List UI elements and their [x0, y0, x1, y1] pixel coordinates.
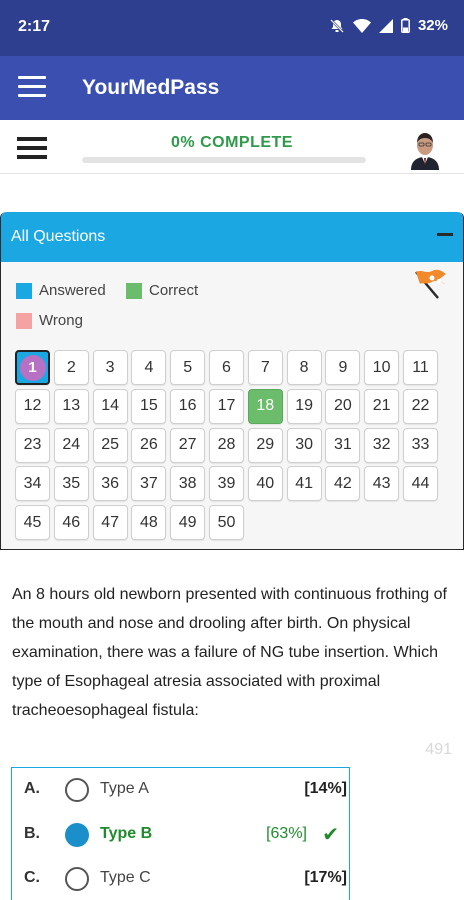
question-number-button[interactable]: 25 [92, 427, 128, 463]
question-number-button[interactable]: 46 [53, 505, 89, 541]
answer-option[interactable]: C. Type C [17%] [12, 857, 351, 900]
question-number-button[interactable]: 42 [325, 466, 361, 502]
question-number-button[interactable]: 13 [53, 388, 89, 424]
status-time: 2:17 [18, 18, 51, 35]
answer-options: A. Type A [14%] B. Type B [63%] ✔ C. Type C [17%] [11, 767, 350, 900]
option-radio[interactable] [65, 867, 89, 891]
app-title: YourMedPass [82, 76, 220, 99]
legend-swatch-answered [16, 282, 32, 299]
current-question-bubble: 1 [19, 354, 46, 381]
app-bar: YourMedPass [0, 56, 464, 120]
question-number-button[interactable]: 22 [403, 388, 438, 424]
answer-option[interactable]: A. Type A [14%] [12, 768, 351, 812]
question-number-button[interactable]: 47 [92, 505, 128, 541]
wifi-icon [352, 18, 371, 33]
question-number-button[interactable]: 15 [131, 388, 167, 424]
question-number-button[interactable]: 16 [170, 388, 206, 424]
question-number-button[interactable]: 32 [364, 427, 400, 463]
question-number-button[interactable]: 18 [247, 388, 283, 424]
option-percent: [63%] [266, 824, 307, 842]
option-text: Type B [100, 824, 153, 842]
question-number-button[interactable]: 1 [15, 350, 50, 385]
question-number-button[interactable]: 45 [15, 505, 50, 541]
question-number-button[interactable]: 40 [247, 466, 283, 502]
question-number-button[interactable]: 35 [53, 466, 89, 502]
question-number-button[interactable]: 49 [170, 505, 206, 541]
question-number-button[interactable]: 11 [403, 350, 438, 385]
progress-bar [82, 157, 366, 163]
question-number-button[interactable]: 17 [209, 388, 244, 424]
option-text: Type A [100, 780, 149, 797]
progress-label: 0% COMPLETE [171, 134, 293, 151]
question-number-button[interactable]: 21 [364, 388, 400, 424]
question-number-button[interactable]: 23 [15, 427, 50, 463]
question-number-button[interactable]: 6 [209, 350, 244, 385]
question-number-button[interactable]: 37 [131, 466, 167, 502]
question-number-button[interactable]: 8 [286, 350, 322, 385]
legend: Answered Correct Wrong [16, 280, 396, 340]
question-number-button[interactable]: 44 [403, 466, 438, 502]
status-bar: 2:17 32% [0, 0, 464, 56]
option-radio[interactable] [65, 822, 89, 847]
question-id: 491 [425, 741, 452, 758]
option-text: Type C [100, 869, 151, 886]
question-number-button[interactable]: 36 [92, 466, 128, 502]
question-number-button[interactable]: 28 [209, 427, 244, 463]
question-number-button[interactable]: 5 [170, 350, 206, 385]
question-number-button[interactable]: 7 [247, 350, 283, 385]
legend-label: Answered [39, 282, 106, 299]
question-number-button[interactable]: 12 [15, 388, 50, 424]
question-number-button[interactable]: 38 [170, 466, 206, 502]
question-number-button[interactable]: 33 [403, 427, 438, 463]
question-text: An 8 hours old newborn presented with co… [12, 586, 447, 719]
question-number-button[interactable]: 31 [325, 427, 361, 463]
battery-icon [401, 18, 410, 33]
avatar[interactable] [408, 130, 442, 170]
question-number-button[interactable]: 34 [15, 466, 50, 502]
legend-swatch-correct [126, 282, 142, 299]
question-number-button[interactable]: 27 [170, 427, 206, 463]
legend-wrong: Wrong [16, 312, 83, 329]
question-number-button[interactable]: 9 [325, 350, 361, 385]
legend-label: Correct [149, 282, 199, 299]
question-number-button[interactable]: 14 [92, 388, 128, 424]
question-number-button[interactable]: 3 [92, 350, 128, 385]
legend-correct: Correct [126, 282, 198, 299]
question-number-button[interactable]: 50 [209, 505, 244, 541]
option-radio[interactable] [65, 778, 89, 802]
bell-off-icon [329, 18, 345, 34]
flag-icon[interactable] [412, 268, 452, 307]
status-icons: 32% [329, 17, 448, 34]
signal-icon [378, 18, 393, 33]
question-number-button[interactable]: 19 [286, 388, 322, 424]
question-number-button[interactable]: 48 [131, 505, 167, 541]
option-letter: C. [24, 869, 40, 886]
option-letter: B. [24, 824, 40, 842]
question-number-button[interactable]: 2 [53, 350, 89, 385]
question-number-button[interactable]: 10 [364, 350, 400, 385]
panel-header[interactable]: All Questions [1, 212, 463, 262]
option-percent: [17%] [304, 869, 347, 886]
question-number-button[interactable]: 41 [286, 466, 322, 502]
question-number-button[interactable]: 39 [209, 466, 244, 502]
question-number-button[interactable]: 4 [131, 350, 167, 385]
legend-swatch-wrong [16, 312, 32, 329]
legend-answered: Answered [16, 282, 106, 299]
panel-title: All Questions [11, 228, 106, 245]
menu-icon[interactable] [18, 76, 46, 100]
question-number-button[interactable]: 26 [131, 427, 167, 463]
collapse-icon[interactable] [437, 233, 453, 236]
question-number-button[interactable]: 43 [364, 466, 400, 502]
battery-percent: 32% [417, 17, 448, 34]
legend-label: Wrong [39, 312, 83, 329]
option-letter: A. [24, 780, 40, 797]
question-number-button[interactable]: 24 [53, 427, 89, 463]
answer-option[interactable]: B. Type B [63%] ✔ [12, 813, 351, 857]
question-number-button[interactable]: 30 [286, 427, 322, 463]
question-number-button[interactable]: 20 [325, 388, 361, 424]
question-number-button[interactable]: 29 [247, 427, 283, 463]
option-percent: [14%] [304, 780, 347, 797]
check-icon: ✔ [322, 823, 339, 846]
